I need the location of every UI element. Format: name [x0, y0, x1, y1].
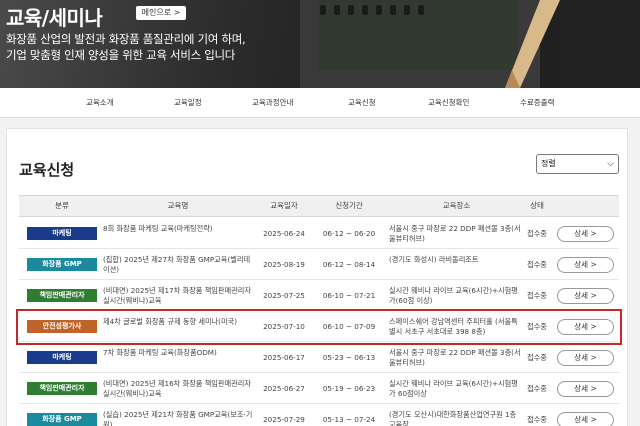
course-date: 2025-07-25 [263, 291, 305, 300]
status-label: 접수중 [527, 260, 547, 269]
content-card: 교육신청 정렬 ⌵ 분류 교육명 교육일자 신청기간 교육장소 상태 마케팅 8회… [6, 128, 628, 426]
detail-button[interactable]: 상세 > [557, 381, 614, 397]
application-period: 05-13 ~ 07-24 [322, 415, 376, 424]
nav-item-certificate[interactable]: 수료증출력 [520, 88, 555, 118]
hero-description-line-1: 화장품 산업의 발전과 화장품 품질관리에 기여 하며, [6, 32, 246, 46]
detail-button[interactable]: 상세 > [557, 257, 614, 273]
course-name[interactable]: 7차 화장품 마케팅 교육(화장품ODM) [103, 348, 253, 358]
status-label: 접수중 [527, 322, 547, 331]
sort-select-value: 정렬 [541, 159, 556, 168]
header-status: 상태 [530, 201, 544, 210]
course-date: 2025-08-19 [263, 260, 305, 269]
course-date: 2025-06-27 [263, 384, 305, 393]
course-date: 2025-06-24 [263, 229, 305, 238]
table-row: 화장품 GMP (집합) 2025년 제27차 화장품 GMP교육(벨리데이션) 2… [19, 250, 619, 280]
table-row: 안전성평가사 제4차 글로벌 화장품 규제 동향 세미나(미국) 2025-07-1… [16, 309, 622, 345]
category-badge: 마케팅 [27, 227, 97, 240]
course-place: 실시간 웨비나 라이브 교육(6시간)+시험평가(60점 이상) [389, 286, 518, 305]
course-place: 실시간 웨비나 라이브 교육(6시간)+시험평가 60점이상 [389, 379, 518, 398]
table-header: 분류 교육명 교육일자 신청기간 교육장소 상태 [19, 195, 619, 217]
page-title: 교육신청 [19, 161, 75, 179]
application-period: 06-10 ~ 07-21 [322, 291, 376, 300]
application-period: 05-19 ~ 06-23 [322, 384, 376, 393]
main-page-button[interactable]: 메인으로 > [136, 6, 186, 20]
detail-button[interactable]: 상세 > [557, 319, 614, 335]
course-name[interactable]: (집합) 2025년 제27차 화장품 GMP교육(벨리데이션) [103, 255, 253, 275]
detail-button[interactable]: 상세 > [557, 288, 614, 304]
course-place: 서울시 중구 마장로 22 DDP 패션몰 3층(서울뷰티허브) [389, 348, 521, 367]
application-period: 06-12 ~ 08-14 [322, 260, 376, 269]
course-place: (경기도 화성시) 라비돌리조트 [389, 255, 479, 264]
chevron-down-icon: ⌵ [607, 159, 614, 169]
category-badge: 안전성평가사 [27, 320, 97, 333]
status-label: 접수중 [527, 229, 547, 238]
hero-title: 교육/세미나 [6, 6, 103, 30]
header-name: 교육명 [167, 201, 189, 210]
table-row: 화장품 GMP (실습) 2025년 제21차 화장품 GMP교육(보조·기원) 2… [19, 405, 619, 426]
table-row: 책임판매관리자 (비대면) 2025년 제16차 화장품 책임판매관리자 실시간(… [19, 374, 619, 404]
nav-item-apply-check[interactable]: 교육신청확인 [428, 88, 469, 118]
hero-banner: 교육/세미나 메인으로 > 화장품 산업의 발전과 화장품 품질관리에 기여 하… [0, 0, 640, 88]
category-badge: 화장품 GMP [27, 258, 97, 271]
table-row: 마케팅 7차 화장품 마케팅 교육(화장품ODM) 2025-06-17 05-23 … [19, 343, 619, 373]
category-badge: 책임판매관리자 [27, 289, 97, 302]
hero-description-line-2: 기업 맞춤형 인재 양성을 위한 교육 서비스 입니다 [6, 48, 236, 62]
header-place: 교육장소 [442, 201, 471, 210]
course-place: 스페이스쉐어 강남역센터 주피터홀 (서울특별시 서초구 서초대로 398 8층… [389, 317, 518, 336]
sort-select[interactable]: 정렬 ⌵ [536, 154, 619, 174]
course-name[interactable]: 제4차 글로벌 화장품 규제 동향 세미나(미국) [103, 317, 253, 327]
course-date: 2025-06-17 [263, 353, 305, 362]
education-nav: 교육소개 교육일정 교육과정안내 교육신청 교육신청확인 수료증출력 [0, 88, 640, 118]
application-period: 05-23 ~ 06-13 [322, 353, 376, 362]
detail-button[interactable]: 상세 > [557, 226, 614, 242]
status-label: 접수중 [527, 353, 547, 362]
detail-button[interactable]: 상세 > [557, 350, 614, 366]
application-period: 06-10 ~ 07-09 [322, 322, 376, 331]
nav-item-schedule[interactable]: 교육일정 [174, 88, 202, 118]
table-row: 책임판매관리자 (비대면) 2025년 제17차 화장품 책임판매관리자 실시간(… [19, 281, 619, 311]
course-name[interactable]: (실습) 2025년 제21차 화장품 GMP교육(보조·기원) [103, 410, 253, 426]
nav-item-intro[interactable]: 교육소개 [86, 88, 114, 118]
course-place: (경기도 오산시)대한화장품산업연구원 1층 교육장 [389, 410, 517, 426]
application-period: 06-12 ~ 06-20 [322, 229, 376, 238]
category-badge: 화장품 GMP [27, 413, 97, 426]
status-label: 접수중 [527, 415, 547, 424]
course-name[interactable]: (비대면) 2025년 제17차 화장품 책임판매관리자 실시간(웨비나)교육 [103, 286, 253, 306]
nav-item-apply[interactable]: 교육신청 [348, 88, 376, 118]
status-label: 접수중 [527, 384, 547, 393]
detail-button[interactable]: 상세 > [557, 412, 614, 426]
course-name[interactable]: 8회 화장품 마케팅 교육(마케팅전략) [103, 224, 253, 234]
table-row: 마케팅 8회 화장품 마케팅 교육(마케팅전략) 2025-06-24 06-12 ~… [19, 219, 619, 249]
header-period: 신청기간 [335, 201, 363, 210]
course-place: 서울시 중구 마장로 22 DDP 패션몰 3층(서울뷰티허브) [389, 224, 521, 243]
status-label: 접수중 [527, 291, 547, 300]
header-category: 분류 [55, 201, 69, 210]
nav-item-course-guide[interactable]: 교육과정안내 [252, 88, 293, 118]
course-date: 2025-07-10 [263, 322, 305, 331]
header-date: 교육일자 [270, 201, 298, 210]
course-date: 2025-07-29 ~ 30 [263, 415, 305, 426]
category-badge: 마케팅 [27, 351, 97, 364]
category-badge: 책임판매관리자 [27, 382, 97, 395]
course-name[interactable]: (비대면) 2025년 제16차 화장품 책임판매관리자 실시간(웨비나)교육 [103, 379, 253, 399]
